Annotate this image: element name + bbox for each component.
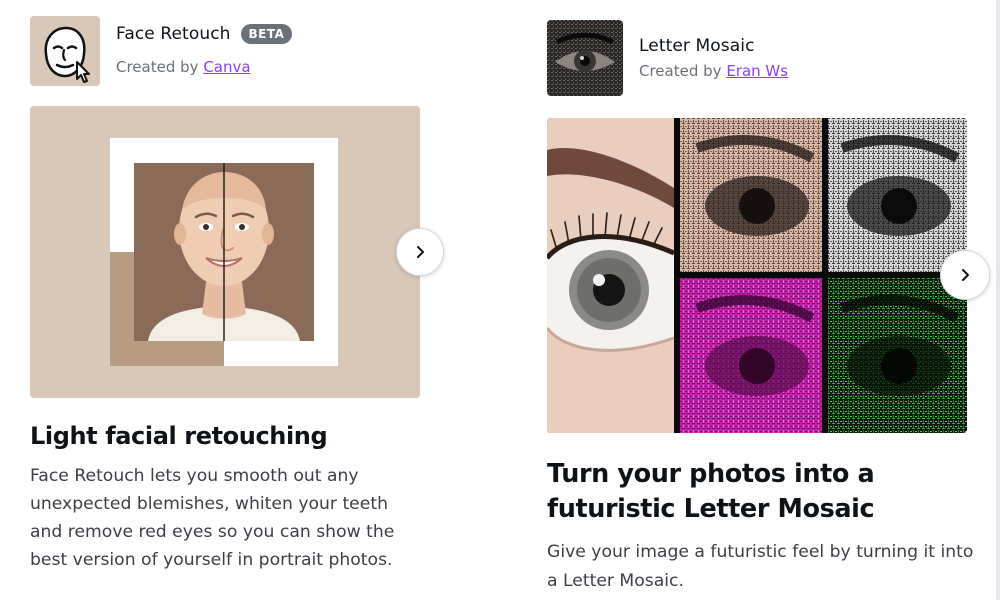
face-cursor-icon	[30, 16, 100, 86]
scroll-edge	[996, 0, 1000, 600]
card-title: Light facial retouching	[30, 422, 328, 450]
created-by-label: Created by	[116, 58, 199, 76]
created-by: Created by Canva	[116, 58, 292, 76]
chevron-right-icon	[958, 268, 972, 282]
created-by-label: Created by	[639, 62, 722, 80]
beta-badge: BETA	[240, 24, 293, 44]
card-description: Face Retouch lets you smooth out any une…	[30, 466, 395, 570]
face-retouch-preview-image	[30, 106, 420, 398]
next-slide-button[interactable]	[396, 228, 444, 276]
next-slide-button[interactable]	[940, 250, 990, 300]
letter-mosaic-preview-image	[547, 118, 967, 433]
app-name[interactable]: Face Retouch	[116, 24, 231, 44]
created-by: Created by Eran Ws	[639, 62, 788, 80]
app-info: Letter Mosaic Created by Eran Ws	[639, 20, 788, 80]
chevron-right-icon	[413, 245, 427, 259]
card-title: Turn your photos into a futuristic Lette…	[547, 459, 875, 524]
app-header: Face Retouch BETA Created by Canva	[30, 16, 293, 86]
app-info: Face Retouch BETA Created by Canva	[116, 16, 293, 76]
app-name[interactable]: Letter Mosaic	[639, 36, 755, 56]
eye-mosaic-thumbnail	[547, 20, 623, 96]
author-link[interactable]: Canva	[203, 58, 250, 76]
author-link[interactable]: Eran Ws	[726, 62, 788, 80]
app-header: Letter Mosaic Created by Eran Ws	[547, 20, 788, 96]
card-description: Give your image a futuristic feel by tur…	[547, 542, 974, 591]
